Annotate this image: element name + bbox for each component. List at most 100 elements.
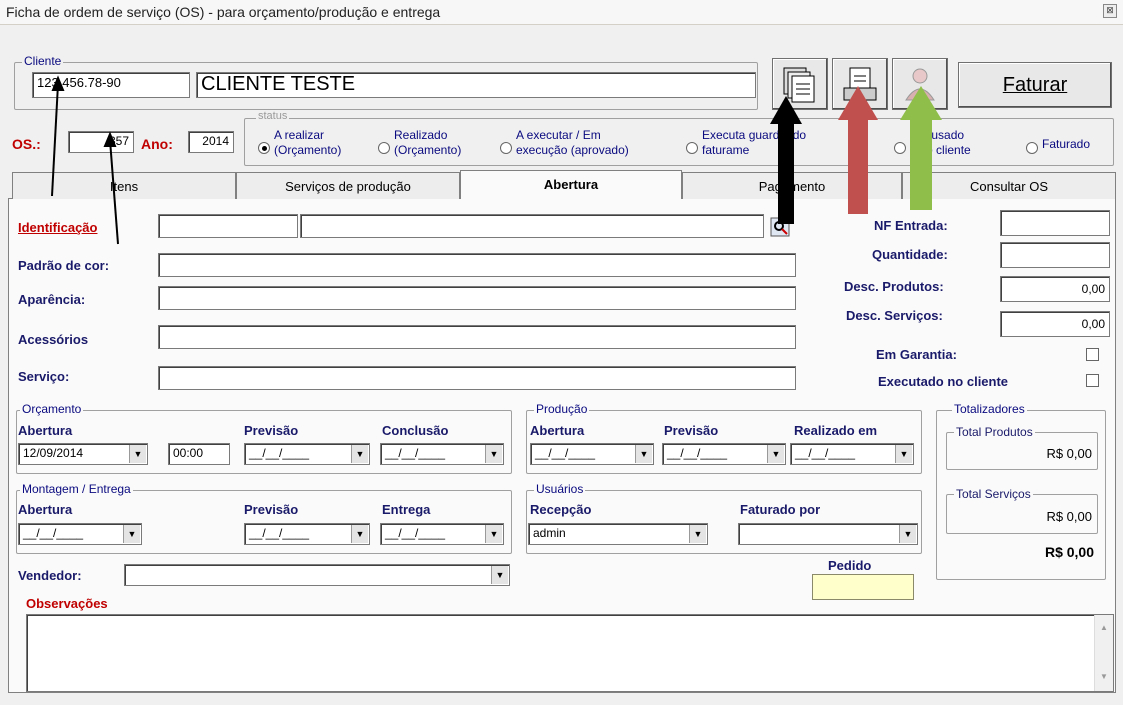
dropdown-arrow-icon[interactable]: ▼ [351,525,368,543]
dropdown-arrow-icon[interactable]: ▼ [485,445,502,463]
user-icon [905,68,935,101]
producao-abertura-date[interactable]: __/__/____ ▼ [530,443,654,465]
client-name-field[interactable]: CLIENTE TESTE [196,72,756,98]
montagem-abertura-label: Abertura [18,502,73,517]
aparencia-field[interactable] [158,286,796,310]
window-title: Ficha de ordem de serviço (OS) - para or… [6,4,441,20]
status-radio-recusado[interactable] [894,142,906,154]
scroll-up-icon[interactable]: ▲ [1095,623,1113,632]
totalizadores-group-label: Totalizadores [952,402,1027,416]
window-titlebar: Ficha de ordem de serviço (OS) - para or… [0,0,1123,25]
total-produtos-label: Total Produtos [954,425,1035,439]
dropdown-arrow-icon[interactable]: ▼ [899,525,916,543]
dropdown-arrow-icon[interactable]: ▼ [767,445,784,463]
observacoes-textarea[interactable]: ▲ ▼ [26,614,1114,692]
orcamento-abertura-label: Abertura [18,423,73,438]
tab-consultar-os[interactable]: Consultar OS [902,172,1116,199]
print-button[interactable] [832,58,888,110]
dropdown-arrow-icon[interactable]: ▼ [491,566,508,584]
observacoes-scrollbar[interactable]: ▲ ▼ [1094,615,1113,691]
montagem-previsao-date[interactable]: __/__/____ ▼ [244,523,370,545]
user-button[interactable] [892,58,948,110]
dropdown-arrow-icon[interactable]: ▼ [485,525,502,543]
servico-label: Serviço: [18,369,70,384]
montagem-entrega-date[interactable]: __/__/____ ▼ [380,523,504,545]
usuarios-group-label: Usuários [534,482,586,496]
search-icon[interactable] [770,217,790,237]
dropdown-arrow-icon[interactable]: ▼ [351,445,368,463]
orcamento-abertura-time[interactable]: 00:00 [168,443,230,465]
quantidade-field[interactable] [1000,242,1110,268]
acessorios-label: Acessórios [18,332,89,347]
em-garantia-checkbox[interactable] [1086,348,1099,361]
client-group-label: Cliente [22,54,64,68]
identificacao-label: Identificação [18,220,98,235]
status-executado-label: Executa guardando faturame [702,128,807,157]
desc-produtos-label: Desc. Produtos: [844,279,944,294]
orcamento-group-label: Orçamento [20,402,84,416]
producao-previsao-label: Previsão [664,423,719,438]
os-number-field[interactable]: 357 [68,131,134,153]
status-radio-faturado[interactable] [1026,142,1038,154]
status-group-label: status [256,110,290,122]
producao-realizado-date[interactable]: __/__/____ ▼ [790,443,914,465]
aparencia-label: Aparência: [18,292,86,307]
dropdown-arrow-icon[interactable]: ▼ [123,525,140,543]
padrao-cor-label: Padrão de cor: [18,258,110,273]
executado-cliente-label: Executado no cliente [878,374,1009,389]
tab-servicos-producao[interactable]: Serviços de produção [236,172,460,199]
orcamento-conclusao-date[interactable]: __/__/____ ▼ [380,443,504,465]
grand-total-value: R$ 0,00 [1044,544,1094,560]
faturado-por-label: Faturado por [740,502,821,517]
status-radio-a-executar[interactable] [500,142,512,154]
tab-itens[interactable]: Itens [12,172,236,199]
dropdown-arrow-icon[interactable]: ▼ [689,525,706,543]
servico-field[interactable] [158,366,796,390]
status-radio-executado[interactable] [686,142,698,154]
montagem-previsao-label: Previsão [244,502,299,517]
close-icon[interactable]: ⊠ [1103,4,1117,18]
recepcao-select[interactable]: admin ▼ [528,523,708,545]
client-id-field[interactable]: 123.456.78-90 [32,72,190,98]
producao-previsao-date[interactable]: __/__/____ ▼ [662,443,786,465]
total-servicos-label: Total Serviços [954,487,1033,501]
nf-entrada-field[interactable] [1000,210,1110,236]
desc-produtos-field[interactable]: 0,00 [1000,276,1110,302]
acessorios-field[interactable] [158,325,796,349]
dropdown-arrow-icon[interactable]: ▼ [129,445,146,463]
desc-servicos-field[interactable]: 0,00 [1000,311,1110,337]
montagem-abertura-date[interactable]: __/__/____ ▼ [18,523,142,545]
faturado-por-select[interactable]: ▼ [738,523,918,545]
orcamento-previsao-label: Previsão [244,423,299,438]
identificacao-code-field[interactable] [158,214,298,238]
ano-field[interactable]: 2014 [188,131,234,153]
dropdown-arrow-icon[interactable]: ▼ [895,445,912,463]
total-produtos-value: R$ 0,00 [1046,446,1092,461]
executado-cliente-checkbox[interactable] [1086,374,1099,387]
producao-realizado-label: Realizado em [794,423,878,438]
status-faturado-label: Faturado [1042,137,1091,151]
status-radio-realizado[interactable] [378,142,390,154]
dropdown-arrow-icon[interactable]: ▼ [635,445,652,463]
vendedor-label: Vendedor: [18,568,82,583]
orcamento-abertura-date[interactable]: 12/09/2014 ▼ [18,443,148,465]
tab-pagamento[interactable]: Pagamento [682,172,902,199]
orcamento-previsao-date[interactable]: __/__/____ ▼ [244,443,370,465]
print-multiple-button[interactable] [772,58,828,110]
status-radio-a-realizar[interactable] [258,142,270,154]
status-group [244,118,1114,166]
faturar-label: Faturar [1002,74,1068,96]
quantidade-label: Quantidade: [872,247,948,262]
vendedor-select[interactable]: ▼ [124,564,510,586]
pedido-label: Pedido [828,558,872,573]
tab-abertura[interactable]: Abertura [460,170,682,200]
pedido-field[interactable] [812,574,914,600]
identificacao-desc-field[interactable] [300,214,764,238]
status-realizado-label: Realizado (Orçamento) [394,128,462,157]
montagem-group-label: Montagem / Entrega [20,482,133,496]
padrao-cor-field[interactable] [158,253,796,277]
faturar-button[interactable]: Faturar [958,62,1112,108]
printer-icon [843,67,877,101]
scroll-down-icon[interactable]: ▼ [1095,672,1113,681]
orcamento-conclusao-label: Conclusão [382,423,449,438]
